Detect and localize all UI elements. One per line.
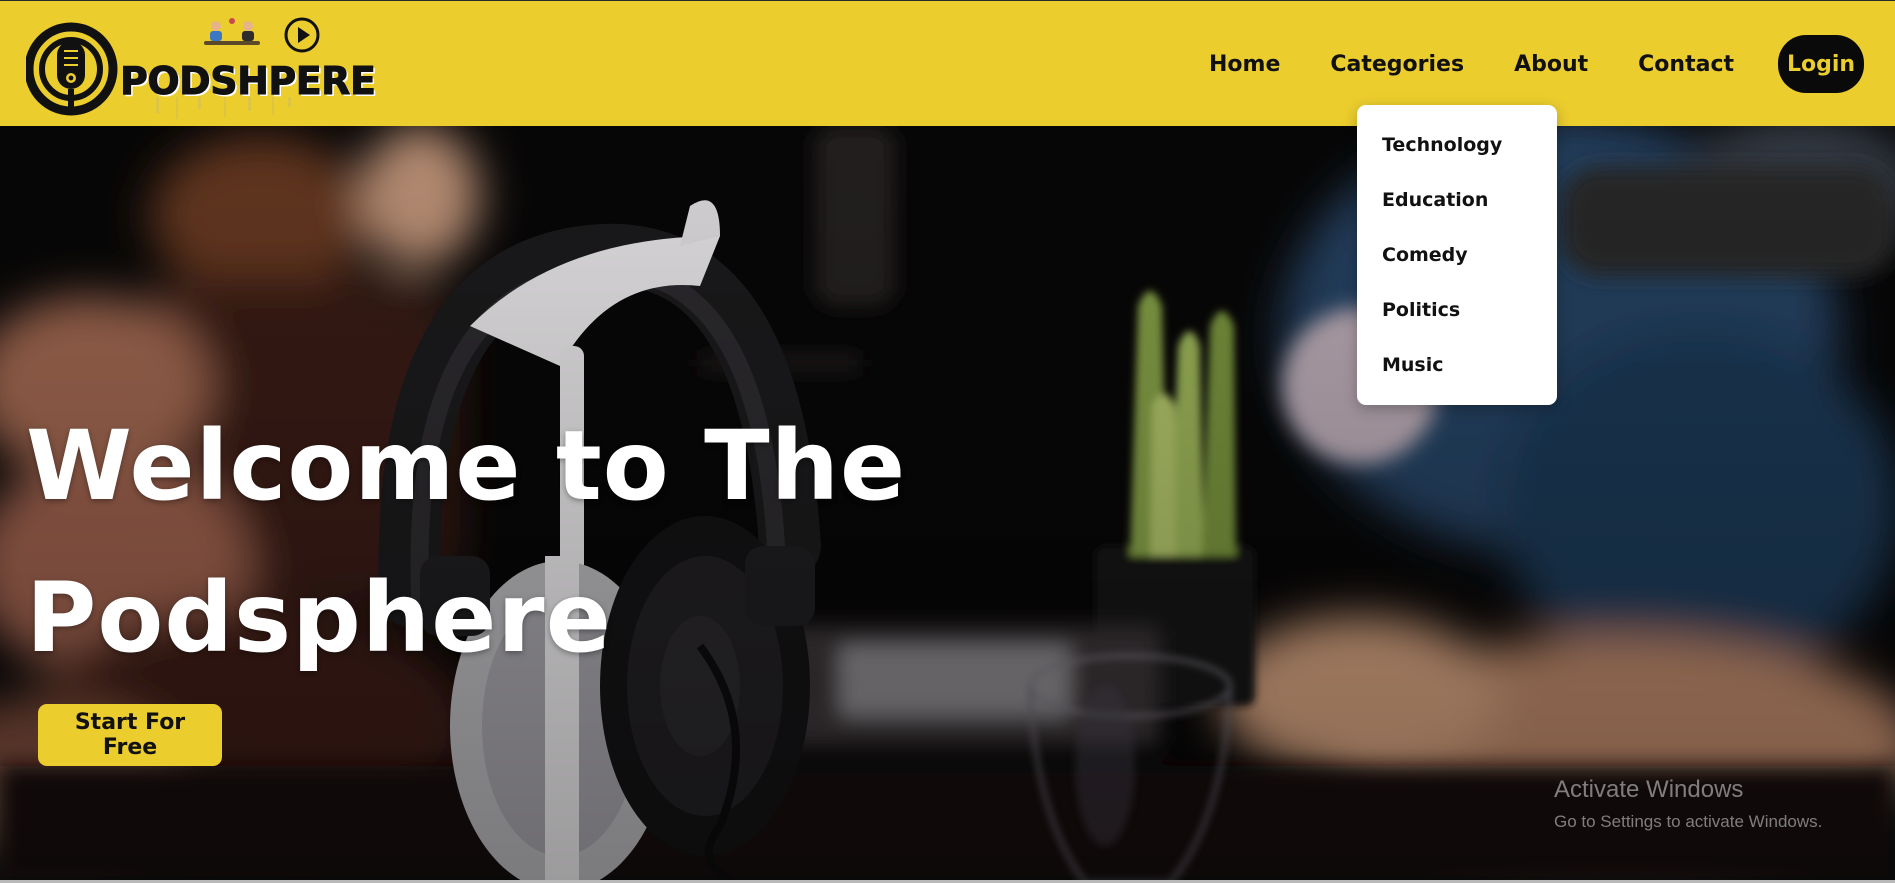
dropdown-item-music[interactable]: Music [1357,349,1557,404]
dropdown-item-politics[interactable]: Politics [1357,294,1557,349]
categories-dropdown: Technology Education Comedy Politics Mus… [1357,105,1557,405]
activate-windows-watermark: Activate Windows Go to Settings to activ… [1554,776,1822,832]
hero-title-line-2: Podsphere [26,562,612,674]
play-circle-icon [284,17,320,53]
nav-home-link[interactable]: Home [1209,52,1280,77]
watermark-title: Activate Windows [1554,776,1744,803]
brand-logo[interactable]: PODSHPERE [26,11,376,129]
site-header: PODSHPERE Home Categories About Contact … [0,0,1895,126]
dropdown-item-comedy[interactable]: Comedy [1357,239,1557,294]
hero-title-line-1: Welcome to The [26,410,907,522]
start-for-free-button[interactable]: Start For Free [38,704,222,766]
login-button[interactable]: Login [1778,35,1864,93]
hero-section: Welcome to The Podsphere Start For Free … [0,126,1895,883]
dropdown-item-technology[interactable]: Technology [1357,129,1557,184]
nav-contact-link[interactable]: Contact [1638,52,1734,77]
watermark-subtitle: Go to Settings to activate Windows. [1554,812,1823,831]
hero-title: Welcome to The Podsphere [26,390,926,694]
brand-name: PODSHPERE [119,59,376,104]
nav-about-link[interactable]: About [1514,52,1588,77]
dropdown-item-education[interactable]: Education [1357,184,1557,239]
page: PODSHPERE Home Categories About Contact … [0,0,1895,883]
nav-categories-link[interactable]: Categories [1330,52,1464,77]
